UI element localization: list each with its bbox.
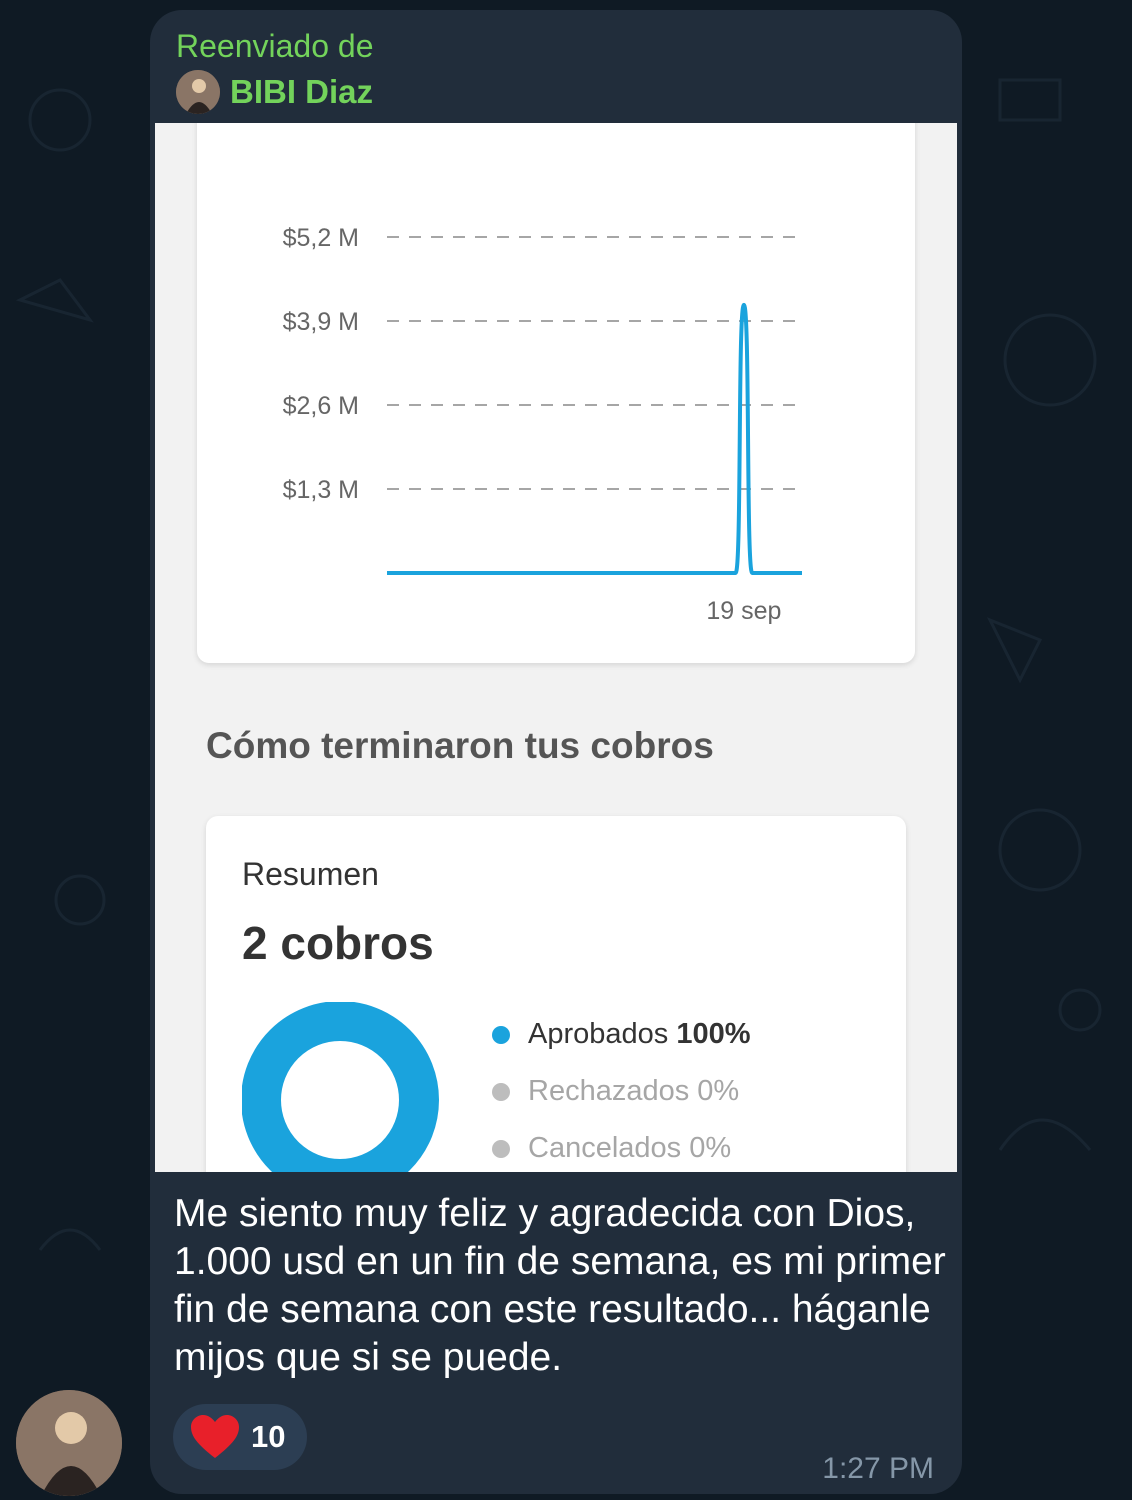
message-bubble: Reenviado de BIBI Diaz $5,2 M $3,9 M $2,6 … <box>150 10 962 1494</box>
legend-value: 100% <box>676 1018 751 1050</box>
summary-title: Resumen <box>242 856 379 892</box>
legend: Aprobados 100% Rechazados 0% Cancelados … <box>492 1006 751 1172</box>
legend-value: 0% <box>689 1132 732 1164</box>
legend-label: Aprobados <box>528 1018 669 1050</box>
message-text: Me siento muy feliz y agradecida con Dio… <box>174 1192 946 1379</box>
legend-dot <box>492 1082 510 1101</box>
message-time: 1:27 PM <box>822 1452 934 1485</box>
reaction-count: 10 <box>251 1419 286 1454</box>
summary-count: 2 cobros <box>242 917 434 969</box>
y-tick-label: $5,2 M <box>283 224 359 252</box>
donut-slice-aprobados <box>242 1002 439 1172</box>
legend-dot <box>492 1025 510 1044</box>
donut-chart <box>242 1002 439 1172</box>
y-tick-label: $3,9 M <box>283 308 359 336</box>
y-tick-label: $2,6 M <box>283 392 359 420</box>
legend-label: Rechazados <box>528 1075 690 1107</box>
reaction-badge[interactable]: 10 <box>173 1404 307 1470</box>
forwarded-author-avatar <box>176 70 220 114</box>
legend-item: Rechazados 0% <box>492 1063 751 1120</box>
forwarded-label: Reenviado de <box>176 28 374 64</box>
summary-card: Resumen 2 cobros Aprobados 100% Rechazad… <box>206 816 906 1172</box>
sender-avatar[interactable] <box>16 1390 122 1496</box>
legend-item: Aprobados 100% <box>492 1006 751 1063</box>
series-line <box>387 302 802 575</box>
line-chart: $5,2 M $3,9 M $2,6 M $1,3 M 19 sep <box>283 224 802 625</box>
legend-value: 0% <box>697 1075 740 1107</box>
y-tick-label: $1,3 M <box>283 476 359 504</box>
legend-item: Cancelados 0% <box>492 1120 751 1172</box>
legend-dot <box>492 1139 510 1158</box>
legend-label: Cancelados <box>528 1132 682 1164</box>
heart-icon <box>191 1415 239 1458</box>
screenshot-image[interactable]: $5,2 M $3,9 M $2,6 M $1,3 M 19 sep Cómo term… <box>155 123 957 1172</box>
x-tick-label: 19 sep <box>706 597 781 625</box>
forwarded-author-name: BIBI Diaz <box>230 73 374 110</box>
section-title: Cómo terminaron tus cobros <box>206 725 714 766</box>
chart-card: $5,2 M $3,9 M $2,6 M $1,3 M 19 sep <box>197 123 915 663</box>
forwarded-author[interactable]: BIBI Diaz <box>176 70 373 114</box>
